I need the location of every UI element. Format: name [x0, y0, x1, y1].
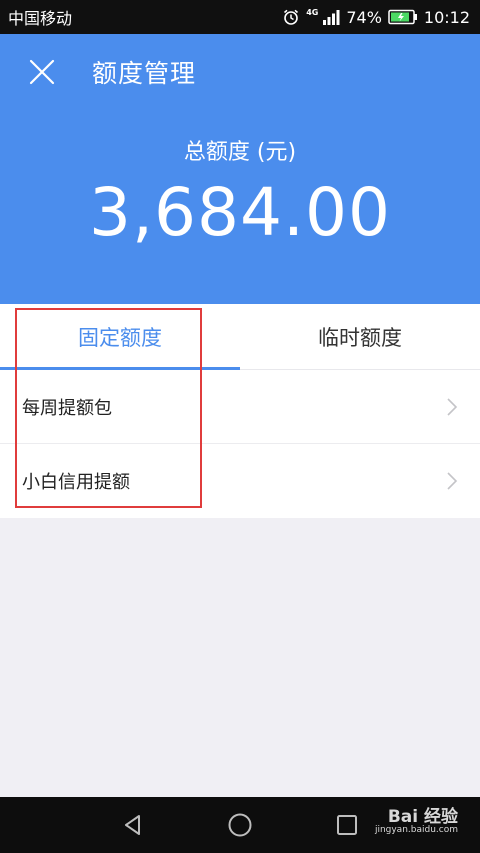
recents-icon: [336, 815, 357, 835]
tab-fixed-quota[interactable]: 固定额度: [0, 304, 240, 370]
alarm-icon: [282, 8, 300, 26]
tab-temporary-quota[interactable]: 临时额度: [240, 304, 480, 369]
back-icon: [125, 815, 141, 835]
network-type: 4G: [306, 7, 319, 17]
total-quota-label: 总额度 (元): [183, 140, 297, 165]
close-button[interactable]: [22, 52, 62, 92]
quota-tabs: 固定额度 临时额度: [0, 304, 480, 370]
watermark-main: Bai 经验: [387, 807, 458, 827]
list-item-label: 每周提额包: [22, 397, 112, 419]
carrier-label: 中国移动: [8, 9, 73, 28]
baidu-jingyan-watermark: Bai 经验 jingyan.baidu.com: [375, 802, 458, 835]
chevron-right-icon: [447, 472, 458, 490]
nav-recents-button[interactable]: [327, 805, 367, 845]
status-bar: 中国移动 4G 74% 10:12: [0, 0, 480, 34]
close-icon: [29, 59, 55, 85]
list-item-label: 小白信用提额: [22, 472, 130, 493]
watermark-sub: jingyan.baidu.com: [374, 825, 458, 835]
header: 额度管理 总额度 (元) 3,684.00: [0, 34, 480, 304]
page-title: 额度管理: [92, 59, 197, 88]
battery-percent: 74%: [346, 7, 382, 27]
nav-home-button[interactable]: [220, 805, 260, 845]
quota-list: 每周提额包 小白信用提额: [0, 370, 480, 518]
total-quota-amount: 3,684.00: [89, 174, 391, 251]
list-item-xiaobai-credit-boost[interactable]: 小白信用提额: [0, 444, 480, 518]
home-icon: [228, 813, 252, 837]
battery-icon: [388, 9, 418, 25]
status-right: 4G 74% 10:12: [282, 8, 470, 27]
signal-icon: [322, 9, 340, 25]
clock: 10:12: [423, 7, 470, 27]
chevron-right-icon: [447, 397, 458, 416]
nav-back-button[interactable]: [113, 805, 153, 845]
list-item-weekly-boost[interactable]: 每周提额包: [0, 370, 480, 444]
